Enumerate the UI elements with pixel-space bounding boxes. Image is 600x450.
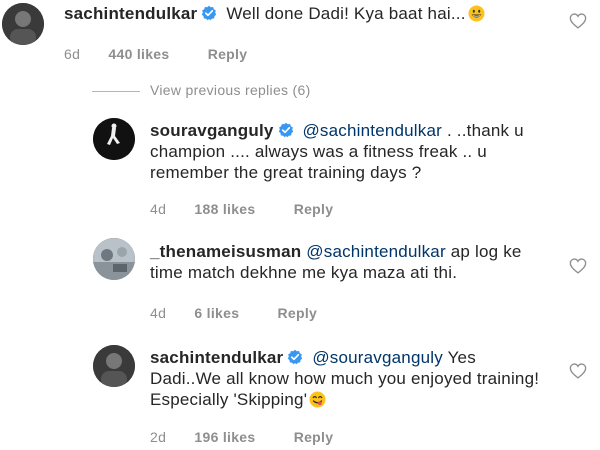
username[interactable]: sachintendulkar bbox=[64, 4, 197, 23]
reply-button[interactable]: Reply bbox=[294, 429, 334, 445]
avatar[interactable] bbox=[93, 238, 135, 280]
verified-badge-icon bbox=[287, 349, 303, 365]
comment-text: _thenameisusman @sachintendulkar ap log … bbox=[150, 241, 550, 283]
mention-link[interactable]: @sachintendulkar bbox=[306, 242, 446, 261]
comment-meta: 4d 6 likes Reply bbox=[150, 305, 317, 321]
username[interactable]: sachintendulkar bbox=[150, 348, 283, 367]
divider bbox=[92, 91, 140, 92]
reply-button[interactable]: Reply bbox=[294, 201, 334, 217]
comment-meta: 6d 440 likes Reply bbox=[64, 46, 247, 62]
likes-count[interactable]: 440 likes bbox=[108, 46, 169, 62]
avatar[interactable] bbox=[93, 345, 135, 387]
comment-text: sachintendulkar Well done Dadi! Kya baat… bbox=[64, 3, 544, 24]
reply-button[interactable]: Reply bbox=[208, 46, 248, 62]
mention-link[interactable]: @sachintendulkar bbox=[302, 121, 442, 140]
username[interactable]: souravganguly bbox=[150, 121, 274, 140]
likes-count[interactable]: 188 likes bbox=[194, 201, 255, 217]
timestamp[interactable]: 4d bbox=[150, 305, 166, 321]
avatar[interactable] bbox=[93, 118, 135, 160]
heart-icon[interactable] bbox=[569, 13, 587, 29]
face-savoring-food-icon bbox=[309, 391, 326, 408]
timestamp[interactable]: 6d bbox=[64, 46, 80, 62]
username[interactable]: _thenameisusman bbox=[150, 242, 301, 261]
comment-text: sachintendulkar @souravganguly Yes Dadi.… bbox=[150, 347, 550, 410]
reply-button[interactable]: Reply bbox=[278, 305, 318, 321]
timestamp[interactable]: 4d bbox=[150, 201, 166, 217]
likes-count[interactable]: 6 likes bbox=[194, 305, 239, 321]
comment-text: souravganguly @sachintendulkar . ..thank… bbox=[150, 120, 550, 183]
heart-icon[interactable] bbox=[569, 363, 587, 379]
view-previous-replies-label: View previous replies (6) bbox=[150, 82, 311, 98]
comment-meta: 4d 188 likes Reply bbox=[150, 201, 333, 217]
timestamp[interactable]: 2d bbox=[150, 429, 166, 445]
avatar[interactable] bbox=[2, 3, 44, 45]
verified-badge-icon bbox=[201, 5, 217, 21]
heart-icon[interactable] bbox=[569, 258, 587, 274]
mention-link[interactable]: @souravganguly bbox=[312, 348, 443, 367]
grinning-face-icon bbox=[468, 5, 485, 22]
comment-meta: 2d 196 likes Reply bbox=[150, 429, 333, 445]
likes-count[interactable]: 196 likes bbox=[194, 429, 255, 445]
comment-body: Well done Dadi! Kya baat hai... bbox=[226, 4, 466, 23]
view-previous-replies-link[interactable]: View previous replies (6) bbox=[92, 82, 311, 98]
verified-badge-icon bbox=[278, 122, 294, 138]
